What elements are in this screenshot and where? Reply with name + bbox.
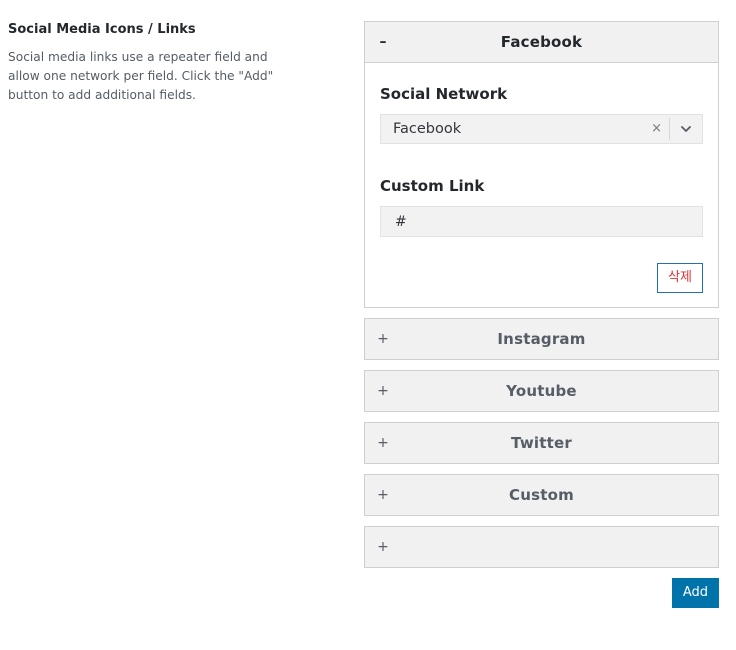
repeater-row-title: Youtube bbox=[506, 382, 577, 400]
add-row-button[interactable]: Add bbox=[671, 578, 719, 608]
repeater-row-title: Instagram bbox=[497, 330, 586, 348]
social-network-label: Social Network bbox=[380, 85, 508, 103]
delete-row-button[interactable]: 삭제 bbox=[657, 263, 703, 293]
repeater-row-facebook: – Facebook Social Network Facebook × Cus… bbox=[364, 21, 719, 308]
expand-icon[interactable]: + bbox=[376, 527, 390, 567]
repeater-row-instagram: + Instagram bbox=[364, 318, 719, 360]
chevron-down-icon[interactable] bbox=[680, 123, 692, 135]
section-description: Social Media Icons / Links Social media … bbox=[8, 21, 298, 105]
expand-icon[interactable]: + bbox=[376, 319, 390, 359]
social-links-repeater: – Facebook Social Network Facebook × Cus… bbox=[364, 21, 719, 608]
repeater-row-header[interactable]: + Twitter bbox=[365, 423, 718, 463]
repeater-row-header[interactable]: + Custom bbox=[365, 475, 718, 515]
expand-icon[interactable]: + bbox=[376, 371, 390, 411]
expand-icon[interactable]: + bbox=[376, 423, 390, 463]
select-value: Facebook bbox=[393, 121, 462, 137]
repeater-row-body: Social Network Facebook × Custom Link 삭제 bbox=[365, 63, 718, 307]
repeater-row-twitter: + Twitter bbox=[364, 422, 719, 464]
repeater-row-youtube: + Youtube bbox=[364, 370, 719, 412]
repeater-row-empty: + bbox=[364, 526, 719, 568]
repeater-row-title: Custom bbox=[509, 486, 574, 504]
repeater-row-header[interactable]: + Youtube bbox=[365, 371, 718, 411]
custom-link-label: Custom Link bbox=[380, 177, 485, 195]
close-icon[interactable]: × bbox=[651, 115, 662, 143]
select-divider bbox=[669, 118, 670, 140]
section-title: Social Media Icons / Links bbox=[8, 22, 196, 37]
repeater-row-title: Facebook bbox=[500, 33, 583, 51]
repeater-row-header[interactable]: + bbox=[365, 527, 718, 567]
social-network-select[interactable]: Facebook × bbox=[380, 114, 703, 144]
repeater-row-header[interactable]: + Instagram bbox=[365, 319, 718, 359]
expand-icon[interactable]: + bbox=[376, 475, 390, 515]
repeater-row-title: Twitter bbox=[511, 434, 572, 452]
repeater-row-custom: + Custom bbox=[364, 474, 719, 516]
section-help-text: Social media links use a repeater field … bbox=[8, 50, 274, 102]
custom-link-input[interactable] bbox=[380, 206, 703, 237]
add-row-container: Add bbox=[364, 578, 719, 608]
collapse-icon[interactable]: – bbox=[376, 22, 390, 62]
delete-row-container: 삭제 bbox=[380, 263, 703, 293]
repeater-row-header[interactable]: – Facebook bbox=[365, 22, 718, 63]
settings-page: Social Media Icons / Links Social media … bbox=[0, 0, 736, 650]
